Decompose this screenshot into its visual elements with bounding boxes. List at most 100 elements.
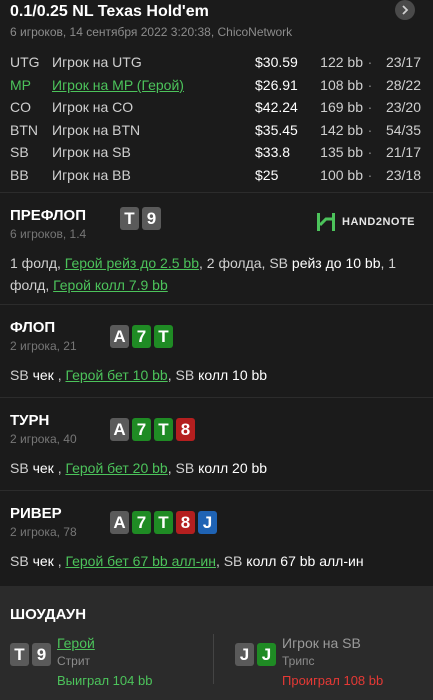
card: A xyxy=(110,418,129,441)
player-position: CO xyxy=(10,99,31,116)
player-name: Игрок на SB xyxy=(52,144,131,161)
player-stack: $26.91 xyxy=(255,76,298,93)
action-text: SB xyxy=(10,367,29,383)
showdown-result: Проиграл 108 bb xyxy=(282,673,384,688)
player-name: Игрок на UTG xyxy=(52,54,142,71)
game-subtitle: 6 игроков, 14 сентября 2022 3:20:38, Chi… xyxy=(10,25,293,39)
action-text: SB xyxy=(10,553,29,569)
player-name[interactable]: Игрок на MP (Герой) xyxy=(52,77,255,93)
player-row[interactable]: SB Игрок на SB $33.8 135 bb · 21/17 xyxy=(10,141,423,164)
board-cards: A 7 T 8 xyxy=(110,418,195,441)
player-stack-bb: 100 bb xyxy=(320,166,363,183)
card: A xyxy=(110,325,129,348)
player-stack: $25 xyxy=(255,166,279,183)
street-name: ФЛОП xyxy=(10,319,56,336)
street-name: РИВЕР xyxy=(10,505,62,522)
showdown-hand-rank: Стрит xyxy=(57,654,91,668)
street-actions: SB чек , Герой бет 10 bb, SB колл 10 bb xyxy=(10,364,423,386)
player-position: BTN xyxy=(10,121,38,138)
player-row[interactable]: BB Игрок на BB $25 100 bb · 23/18 xyxy=(10,164,423,187)
action-text: чек xyxy=(32,460,54,476)
players-table: UTG Игрок на UTG $30.59 122 bb · 23/17 M… xyxy=(10,51,423,186)
street-players-pot: 6 игроков, 1.4 xyxy=(10,227,87,241)
separator-dot: · xyxy=(367,99,373,116)
board-cards: A 7 T 8 J xyxy=(110,511,217,534)
action-text: , xyxy=(57,460,62,476)
card: A xyxy=(110,511,129,534)
action-text: колл 20 bb xyxy=(198,460,268,476)
street-players-pot: 2 игрока, 78 xyxy=(10,525,77,539)
action-text: чек xyxy=(32,367,54,383)
showdown-hand-rank: Трипс xyxy=(282,654,315,668)
card: 8 xyxy=(176,511,195,534)
board-cards: A 7 T xyxy=(110,325,173,348)
street-players-pot: 2 игрока, 40 xyxy=(10,432,77,446)
player-name: Игрок на BTN xyxy=(52,121,141,138)
hero-action[interactable]: Герой бет 20 bb xyxy=(65,460,167,476)
player-position: UTG xyxy=(10,54,40,71)
player-vpip-pfr: 23/18 xyxy=(385,166,421,183)
action-text: колл 67 bb алл-ин xyxy=(246,553,364,569)
player-name: Игрок на CO xyxy=(52,99,134,116)
action-text: рейз до 10 bb xyxy=(291,255,381,271)
hero-action[interactable]: Герой рейз до 2.5 bb xyxy=(65,255,199,271)
card: 7 xyxy=(132,418,151,441)
villain-showdown-cards: J J xyxy=(235,643,276,688)
street-turn: ТУРН 2 игрока, 40 A 7 T 8 SB чек , Герой… xyxy=(0,397,433,490)
separator-dot: · xyxy=(367,76,373,93)
street-flop: ФЛОП 2 игрока, 21 A 7 T SB чек , Герой б… xyxy=(0,304,433,397)
player-vpip-pfr: 28/22 xyxy=(385,76,421,93)
hero-action[interactable]: Герой бет 67 bb алл-ин xyxy=(65,553,215,569)
player-row[interactable]: CO Игрок на CO $42.24 169 bb · 23/20 xyxy=(10,96,423,119)
showdown-hero: T 9 Герой Стрит Выиграл 104 bb xyxy=(10,635,152,688)
player-vpip-pfr: 21/17 xyxy=(385,144,421,161)
action-text: , xyxy=(57,367,62,383)
card: 8 xyxy=(176,418,195,441)
logo-text: HAND2NOTE xyxy=(342,216,415,228)
street-preflop: ПРЕФЛОП 6 игроков, 1.4 T 9 HAND2NOTE 1 ф… xyxy=(0,192,433,304)
hand-header: 0.1/0.25 NL Texas Hold'em 6 игроков, 14 … xyxy=(0,0,433,192)
hero-showdown-cards: T 9 xyxy=(10,643,51,688)
showdown-villain: J J Игрок на SB Трипс Проиграл 108 bb xyxy=(235,635,383,688)
player-stack: $42.24 xyxy=(255,99,298,116)
player-position: SB xyxy=(10,144,29,161)
player-stack: $30.59 xyxy=(255,54,298,71)
hero-action[interactable]: Герой бет 10 bb xyxy=(65,367,167,383)
separator-dot: · xyxy=(367,121,373,138)
card: 7 xyxy=(132,511,151,534)
hand2note-logo-icon xyxy=(316,213,336,231)
showdown-panel: ШОУДАУН T 9 Герой Стрит Выиграл 104 bb J… xyxy=(0,586,433,700)
action-text: SB xyxy=(10,460,29,476)
chevron-right-icon[interactable] xyxy=(395,0,415,20)
hero-action[interactable]: Герой колл 7.9 bb xyxy=(53,277,168,293)
action-text: , SB xyxy=(167,367,195,383)
player-row[interactable]: BTN Игрок на BTN $35.45 142 bb · 54/35 xyxy=(10,119,423,142)
hand2note-logo: HAND2NOTE xyxy=(316,213,415,231)
player-stack: $33.8 xyxy=(255,144,291,161)
player-vpip-pfr: 54/35 xyxy=(385,121,421,138)
player-row[interactable]: UTG Игрок на UTG $30.59 122 bb · 23/17 xyxy=(10,51,423,74)
card: 9 xyxy=(142,207,161,230)
showdown-player-name[interactable]: Герой xyxy=(57,635,152,651)
action-text: 1 фолд, xyxy=(10,255,61,271)
hero-hole-cards: T 9 xyxy=(120,207,161,230)
street-river: РИВЕР 2 игрока, 78 A 7 T 8 J SB чек , Ге… xyxy=(0,490,433,588)
game-title: 0.1/0.25 NL Texas Hold'em xyxy=(10,3,209,20)
card: 7 xyxy=(132,325,151,348)
player-position: BB xyxy=(10,166,29,183)
card: J xyxy=(235,643,254,666)
player-stack-bb: 169 bb xyxy=(320,99,363,116)
card: 9 xyxy=(32,643,51,666)
street-actions: SB чек , Герой бет 67 bb алл-ин, SB колл… xyxy=(10,550,423,572)
street-name: ПРЕФЛОП xyxy=(10,207,86,224)
street-players-pot: 2 игрока, 21 xyxy=(10,339,77,353)
player-vpip-pfr: 23/17 xyxy=(385,54,421,71)
player-position: MP xyxy=(10,76,31,93)
showdown-player-name: Игрок на SB xyxy=(282,635,361,651)
card: T xyxy=(154,418,173,441)
player-row-hero[interactable]: MP Игрок на MP (Герой) $26.91 108 bb · 2… xyxy=(10,74,423,97)
street-name: ТУРН xyxy=(10,412,50,429)
card: T xyxy=(10,643,29,666)
action-text: чек xyxy=(32,553,54,569)
player-vpip-pfr: 23/20 xyxy=(385,99,421,116)
